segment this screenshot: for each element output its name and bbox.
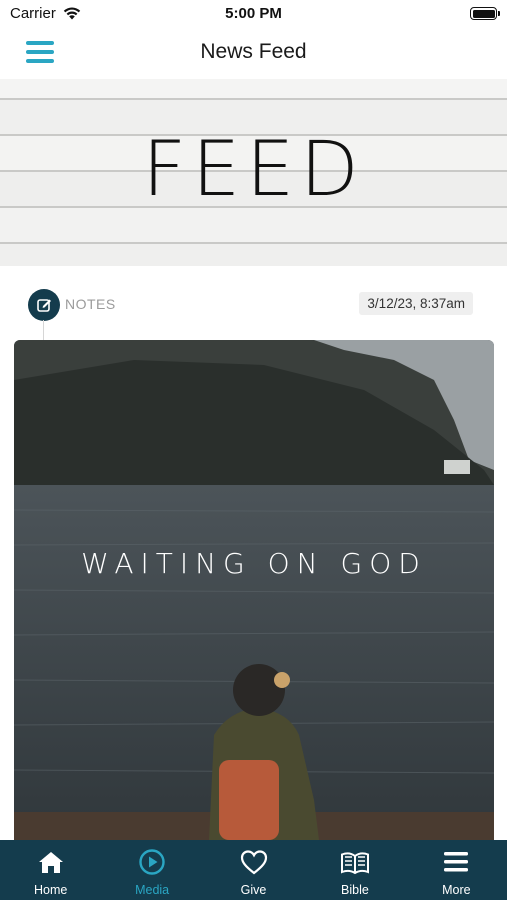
post-image[interactable]: WAITING ON GOD	[14, 340, 494, 840]
status-bar: Carrier 5:00 PM	[0, 0, 507, 28]
feed-banner: FEED	[0, 79, 507, 266]
tab-bible[interactable]: Bible	[304, 840, 405, 900]
book-icon	[340, 852, 369, 875]
post-type-label: NOTES	[65, 296, 116, 312]
tab-home-label: Home	[34, 883, 68, 897]
post-image-caption: WAITING ON GOD	[81, 547, 427, 580]
tab-bible-label: Bible	[341, 883, 369, 897]
heart-icon	[240, 850, 267, 875]
tab-media-label: Media	[135, 883, 170, 897]
battery-icon	[470, 7, 500, 20]
edit-note-icon	[28, 289, 60, 321]
tab-more[interactable]: More	[406, 840, 507, 900]
tab-more-label: More	[442, 883, 471, 897]
page-title: News Feed	[200, 40, 307, 63]
tab-bar: Home Media Give Bible More	[0, 840, 507, 900]
play-circle-icon	[139, 849, 165, 875]
tab-home[interactable]: Home	[0, 840, 101, 900]
post-header: NOTES 3/12/23, 8:37am	[0, 285, 507, 325]
post-timestamp: 3/12/23, 8:37am	[359, 292, 473, 315]
timeline-connector	[43, 320, 44, 340]
tab-media[interactable]: Media	[101, 840, 202, 900]
navigation-bar: News Feed	[0, 28, 507, 78]
tab-give[interactable]: Give	[203, 840, 304, 900]
lake-photo	[14, 340, 494, 840]
menu-icon	[444, 852, 469, 872]
tab-give-label: Give	[240, 883, 267, 897]
home-icon	[38, 852, 63, 873]
status-time: 5:00 PM	[225, 5, 282, 22]
banner-title: FEED	[142, 124, 365, 213]
